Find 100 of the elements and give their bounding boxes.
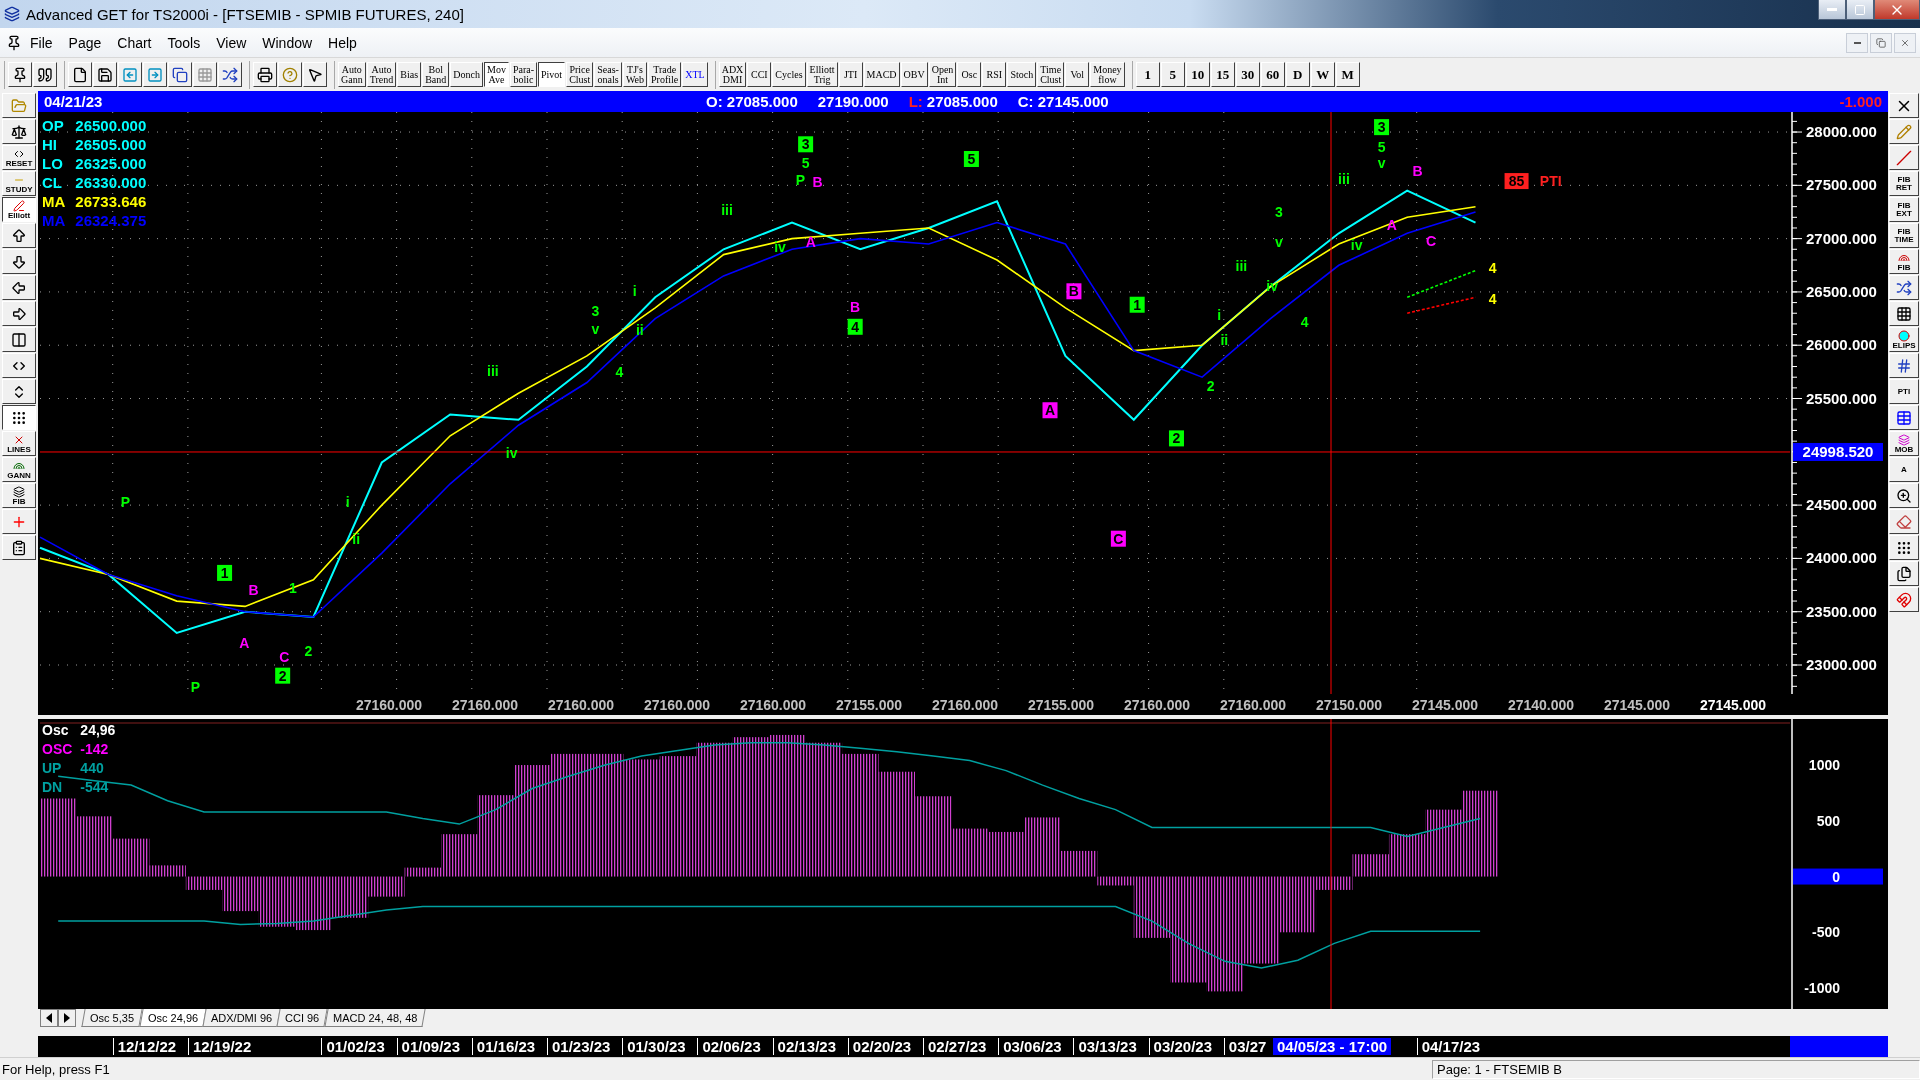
drawing-tool-button[interactable] — [1889, 405, 1919, 430]
drawing-tool-button[interactable] — [1889, 301, 1919, 326]
interval-button[interactable]: 15 — [1210, 62, 1235, 87]
overlay-button[interactable]: Pivot — [538, 62, 566, 87]
previous-tab-button[interactable] — [40, 1009, 58, 1027]
interval-button[interactable]: 10 — [1185, 62, 1210, 87]
side-tool-button[interactable] — [2, 405, 36, 430]
side-tool-button[interactable]: GANN — [2, 457, 36, 482]
context-help-button[interactable] — [303, 62, 327, 87]
indicator-button[interactable]: ADX DMI — [718, 62, 747, 87]
overlay-button[interactable]: Para- bolic — [509, 62, 537, 87]
indicator-button[interactable]: Open Int — [928, 62, 957, 87]
overlay-button[interactable]: TJ's Web — [622, 62, 647, 87]
side-tool-button[interactable]: LINES — [2, 431, 36, 456]
layout-button[interactable] — [218, 62, 242, 87]
annotation: 4 — [851, 318, 860, 335]
menu-item[interactable]: File — [22, 32, 61, 53]
menu-item[interactable]: Chart — [109, 32, 160, 53]
side-tool-button[interactable]: Elliott — [2, 197, 36, 222]
indicator-button[interactable]: Vol — [1065, 62, 1090, 87]
overlay-button[interactable]: Auto Trend — [366, 62, 397, 87]
grid-button[interactable] — [193, 62, 217, 87]
menu-item[interactable]: Help — [320, 32, 365, 53]
menu-item[interactable]: Page — [60, 32, 110, 53]
drawing-tool-button[interactable] — [1889, 587, 1919, 612]
menu-item[interactable]: View — [208, 32, 255, 53]
drawing-tool-button[interactable] — [1889, 509, 1919, 534]
page-indicator: Page: 1 - FTSEMIB B — [1432, 1059, 1920, 1079]
drawing-tool-button[interactable]: MOB — [1889, 431, 1919, 456]
indicator-button[interactable]: Osc — [957, 62, 982, 87]
restore-button[interactable] — [1870, 32, 1892, 53]
minimize-button[interactable] — [1818, 0, 1846, 20]
overlay-button[interactable]: Trade Profile — [648, 62, 682, 87]
overlay-button[interactable]: Bias — [397, 62, 422, 87]
indicator-button[interactable]: MACD — [863, 62, 900, 87]
next-tab-button[interactable] — [58, 1009, 76, 1027]
drawing-tool-button[interactable] — [1889, 119, 1919, 144]
drawing-tool-button[interactable]: A — [1889, 457, 1919, 482]
legend-value: 26330.000 — [75, 173, 147, 192]
tool-button[interactable] — [8, 62, 32, 87]
drawing-tool-button[interactable]: ELIPS — [1889, 327, 1919, 352]
drawing-tool-button[interactable] — [1889, 561, 1919, 586]
indicator-tab[interactable]: MACD 24, 48, 48 — [324, 1009, 426, 1027]
drawing-tool-button[interactable]: FIB — [1889, 249, 1919, 274]
side-tool-button[interactable]: RESET — [2, 145, 36, 170]
overlay-button[interactable]: Donch — [450, 62, 483, 87]
indicator-button[interactable]: Money flow — [1090, 62, 1125, 87]
interval-button[interactable]: 30 — [1235, 62, 1260, 87]
drawing-tool-button[interactable] — [1889, 535, 1919, 560]
drawing-tool-button[interactable]: FIB RET — [1889, 171, 1919, 196]
date-label: 01/16/23 — [471, 1038, 540, 1055]
indicator-button[interactable]: Cycles — [772, 62, 806, 87]
indicator-button[interactable]: JTI — [838, 62, 863, 87]
interval-button[interactable]: M — [1335, 62, 1360, 87]
interval-button[interactable]: W — [1310, 62, 1335, 87]
interval-button[interactable]: 5 — [1160, 62, 1185, 87]
menu-item[interactable]: Window — [254, 32, 321, 53]
overlay-button[interactable]: Auto Gann — [338, 62, 366, 87]
drawing-tool-button[interactable] — [1889, 145, 1919, 170]
indicator-tab[interactable]: CCI 96 — [276, 1009, 329, 1027]
close-button[interactable] — [1874, 0, 1920, 20]
drawing-tool-button[interactable]: FIB TIME — [1889, 223, 1919, 248]
indicator-tab[interactable]: ADX/DMI 96 — [202, 1009, 281, 1027]
forward-button[interactable] — [143, 62, 167, 87]
indicator-tab[interactable]: Osc 24,96 — [139, 1009, 207, 1027]
drawing-tool-button[interactable]: PTI — [1889, 379, 1919, 404]
back-button[interactable] — [118, 62, 142, 87]
overlay-button[interactable]: Bol Band — [422, 62, 450, 87]
maximize-button[interactable] — [1846, 0, 1874, 20]
indicator-button[interactable]: Stoch — [1007, 62, 1037, 87]
drawing-tool-button[interactable] — [1889, 93, 1919, 118]
wave-label: 85 — [1504, 173, 1529, 190]
indicator-button[interactable]: Elliott Trig — [806, 62, 838, 87]
indicator-tab[interactable]: Osc 5,35 — [81, 1009, 143, 1027]
overlay-button[interactable]: Price Clust — [566, 62, 594, 87]
indicator-button[interactable]: OBV — [900, 62, 928, 87]
interval-button[interactable]: 1 — [1135, 62, 1160, 87]
interval-button[interactable]: D — [1285, 62, 1310, 87]
overlay-button[interactable]: Mov Ave — [484, 62, 509, 87]
drawing-tool-button[interactable] — [1889, 353, 1919, 378]
pages-button[interactable] — [168, 62, 192, 87]
wave-label: B — [812, 174, 823, 191]
interval-button[interactable]: 60 — [1260, 62, 1285, 87]
wave-label: i — [1217, 306, 1222, 323]
drawing-tool-button[interactable] — [1889, 275, 1919, 300]
drawing-tool-button[interactable] — [1889, 483, 1919, 508]
print-button[interactable] — [253, 62, 277, 87]
side-tool-button[interactable]: STUDY — [2, 171, 36, 196]
side-tool-button[interactable]: FIB — [2, 483, 36, 508]
indicator-button[interactable]: Time Clust — [1037, 62, 1065, 87]
overlay-button[interactable]: XTL — [682, 62, 708, 87]
drawing-tool-button[interactable]: FIB EXT — [1889, 197, 1919, 222]
save-button[interactable] — [93, 62, 117, 87]
indicator-button[interactable]: RSI — [982, 62, 1007, 87]
overlay-button[interactable]: Seas- onals — [594, 62, 622, 87]
quote-button[interactable] — [33, 62, 57, 87]
menu-item[interactable]: Tools — [159, 32, 209, 53]
help-button[interactable] — [278, 62, 302, 87]
new-page-button[interactable] — [68, 62, 92, 87]
indicator-button[interactable]: CCI — [747, 62, 772, 87]
